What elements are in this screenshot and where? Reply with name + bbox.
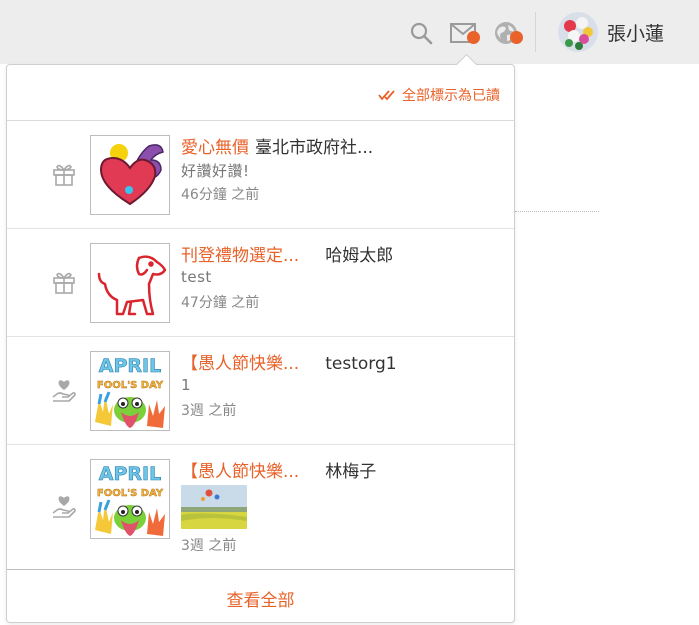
background-dotted-line xyxy=(515,211,599,212)
mark-all-read-label: 全部標示為已讀 xyxy=(402,88,500,104)
notification-item[interactable]: 愛心無價 臺北市政府社... 好讚好讚! 46分鐘 之前 xyxy=(7,121,514,229)
notification-time: 46分鐘 之前 xyxy=(181,187,260,203)
notification-item[interactable]: APRIL FOOL'S DAY 【愚人節快樂... testorg1 1 3週 … xyxy=(7,337,514,445)
notification-text: 【愚人節快樂... testorg1 1 3週 之前 xyxy=(181,349,501,420)
search-icon[interactable] xyxy=(409,21,433,45)
top-bar: 張小蓮 xyxy=(0,0,699,64)
globe-unread-dot xyxy=(510,31,523,44)
panel-footer: 查看全部 xyxy=(7,569,514,622)
user-name[interactable]: 張小蓮 xyxy=(607,19,664,46)
notification-time: 3週 之前 xyxy=(181,538,237,554)
notification-body: 好讚好讚! xyxy=(181,162,250,180)
mail-unread-dot xyxy=(467,31,480,44)
notification-title[interactable]: 【愚人節快樂... xyxy=(181,462,299,482)
notification-panel: 全部標示為已讀 愛心無價 臺北市政府社... 好讚好讚! 46分鐘 之前 刊登禮… xyxy=(6,53,515,623)
notification-time: 3週 之前 xyxy=(181,403,237,419)
panel-header: 全部標示為已讀 xyxy=(7,65,514,121)
notification-time: 47分鐘 之前 xyxy=(181,295,260,311)
notification-title[interactable]: 【愚人節快樂... xyxy=(181,354,299,374)
hand-heart-icon xyxy=(52,380,76,402)
double-check-icon xyxy=(378,90,395,101)
notification-body: test xyxy=(181,268,212,286)
notification-title[interactable]: 刊登禮物選定... xyxy=(181,246,299,266)
notification-actor[interactable]: testorg1 xyxy=(325,354,396,374)
svg-text:FOOL'S DAY: FOOL'S DAY xyxy=(97,488,164,499)
hand-heart-icon xyxy=(52,496,76,518)
dog-thumbnail[interactable] xyxy=(90,243,170,323)
notification-text: 刊登禮物選定... 哈姆太郎 test 47分鐘 之前 xyxy=(181,241,501,312)
svg-text:APRIL: APRIL xyxy=(99,463,161,485)
notification-actor[interactable]: 臺北市政府社... xyxy=(255,138,373,158)
gift-icon xyxy=(53,272,75,294)
balloon-photo-attachment[interactable] xyxy=(181,485,247,529)
notification-title[interactable]: 愛心無價 xyxy=(181,138,249,158)
notification-item[interactable]: APRIL FOOL'S DAY 【愚人節快樂... 林梅子 3週 之前 xyxy=(7,445,514,569)
april-fools-thumbnail[interactable]: APRIL FOOL'S DAY xyxy=(90,351,170,431)
header-divider xyxy=(535,12,536,52)
mark-all-read-button[interactable]: 全部標示為已讀 xyxy=(378,85,500,105)
svg-text:FOOL'S DAY: FOOL'S DAY xyxy=(97,380,164,391)
notification-actor[interactable]: 哈姆太郎 xyxy=(325,246,393,266)
heart-muscle-thumbnail[interactable] xyxy=(90,135,170,215)
notification-actor[interactable]: 林梅子 xyxy=(325,462,376,482)
notification-text: 愛心無價 臺北市政府社... 好讚好讚! 46分鐘 之前 xyxy=(181,133,501,204)
notification-body: 1 xyxy=(181,376,192,394)
april-fools-thumbnail[interactable]: APRIL FOOL'S DAY xyxy=(90,459,170,539)
notification-text: 【愚人節快樂... 林梅子 3週 之前 xyxy=(181,457,501,555)
svg-text:APRIL: APRIL xyxy=(99,355,161,377)
view-all-link[interactable]: 查看全部 xyxy=(227,586,295,611)
avatar[interactable] xyxy=(558,12,598,52)
gift-icon xyxy=(53,164,75,186)
notification-item[interactable]: 刊登禮物選定... 哈姆太郎 test 47分鐘 之前 xyxy=(7,229,514,337)
